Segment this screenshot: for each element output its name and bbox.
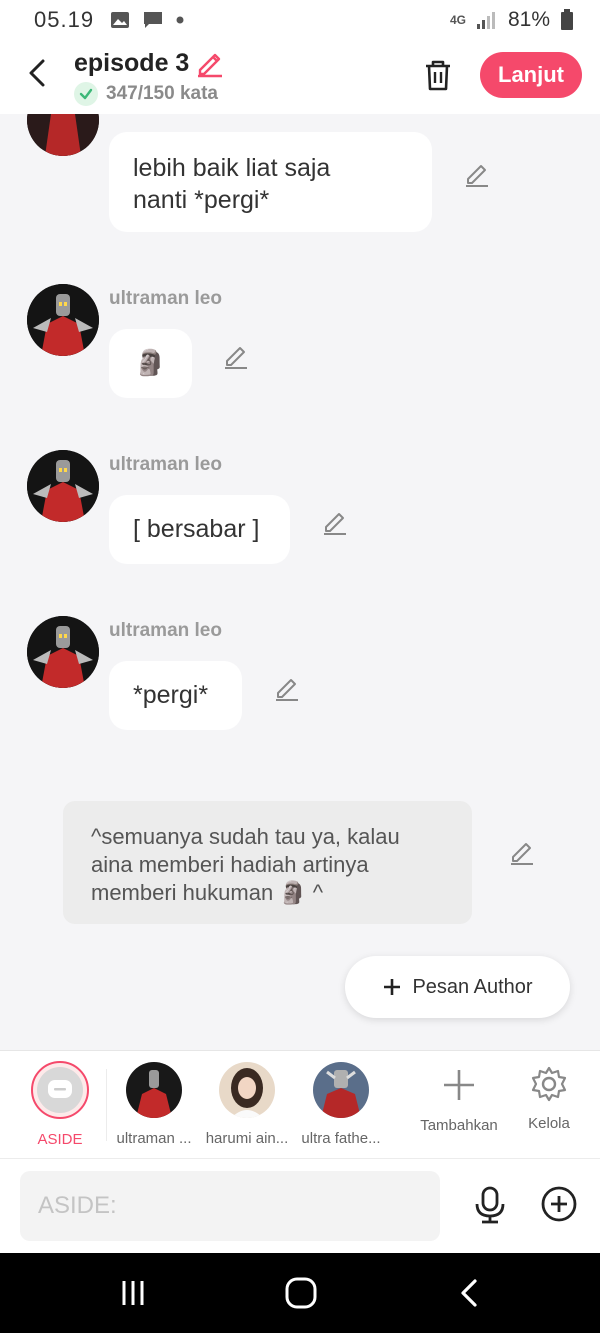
character-harumi[interactable]: harumi ain... — [203, 1051, 291, 1159]
plus-icon — [384, 979, 401, 995]
chat-bubble-icon — [48, 1080, 72, 1098]
edit-icon[interactable] — [463, 160, 491, 188]
avatar[interactable] — [27, 616, 99, 688]
home-button[interactable] — [281, 1275, 321, 1311]
sender-name: ultraman leo — [109, 620, 222, 641]
status-bar: 05.19 4G 81% — [0, 0, 600, 40]
avatar — [313, 1062, 369, 1118]
check-icon — [74, 82, 98, 106]
title-row: episode 3 — [74, 48, 225, 78]
aside-bubble[interactable]: ^semuanya sudah tau ya, kalau aina membe… — [63, 801, 472, 924]
recents-button[interactable] — [113, 1275, 153, 1311]
author-message-button[interactable]: Pesan Author — [345, 956, 570, 1018]
author-button-label: Pesan Author — [412, 975, 533, 998]
character-label: ultraman ... — [116, 1130, 192, 1147]
message-text: lebih baik liat saja — [133, 154, 331, 182]
character-ultra-father[interactable]: ultra fathe... — [297, 1051, 385, 1159]
sender-name: ultraman leo — [109, 288, 222, 309]
battery-icon — [561, 9, 573, 30]
back-button[interactable] — [20, 56, 54, 90]
avatar — [126, 1062, 182, 1118]
nav-back-button[interactable] — [449, 1275, 489, 1311]
manage-label: Kelola — [528, 1115, 570, 1132]
trash-icon — [426, 60, 450, 91]
episode-title: episode 3 — [74, 48, 190, 77]
word-count-row: 347/150 kata — [74, 82, 218, 106]
aside-avatar — [31, 1061, 89, 1119]
dot-icon — [176, 16, 184, 24]
recents-icon — [122, 1281, 144, 1305]
message-text: [ bersabar ] — [133, 515, 260, 543]
message-icon — [144, 12, 163, 28]
avatar — [219, 1062, 275, 1118]
message-text: nanti *pergi* — [133, 186, 270, 214]
battery-percent: 81% — [507, 8, 550, 31]
message-input[interactable] — [20, 1171, 440, 1241]
divider — [106, 1069, 107, 1141]
back-icon — [29, 59, 45, 87]
edit-icon[interactable] — [222, 342, 250, 370]
message-bubble[interactable]: 🗿 — [109, 329, 192, 398]
notification-icons — [110, 10, 184, 30]
add-label: Tambahkan — [420, 1117, 498, 1134]
pencil-icon[interactable] — [195, 48, 225, 78]
avatar[interactable] — [27, 114, 99, 156]
gear-icon — [531, 1066, 567, 1102]
editor-header: episode 3 347/150 kata Lanjut — [0, 40, 600, 114]
aside-text: ^semuanya sudah tau ya, kalau — [91, 824, 400, 849]
sender-name: ultraman leo — [109, 454, 222, 475]
network-type: 4G — [449, 13, 466, 27]
aside-text: aina memberi hadiah artinya — [91, 852, 369, 877]
input-bar — [0, 1158, 600, 1253]
avatar[interactable] — [27, 450, 99, 522]
mic-icon[interactable] — [470, 1185, 510, 1225]
edit-icon[interactable] — [273, 674, 301, 702]
add-character-button[interactable]: Tambahkan — [415, 1051, 503, 1159]
message-bubble[interactable]: lebih baik liat saja nanti *pergi* — [109, 132, 432, 232]
chat-area[interactable]: lebih baik liat saja nanti *pergi* ultra… — [0, 114, 600, 1050]
plus-icon — [444, 1070, 474, 1100]
avatar[interactable] — [27, 284, 99, 356]
edit-icon[interactable] — [508, 838, 536, 866]
message-bubble[interactable]: *pergi* — [109, 661, 242, 730]
message-text: *pergi* — [133, 681, 209, 709]
character-label: ASIDE — [37, 1131, 83, 1148]
signal-icon — [476, 12, 495, 29]
character-ultraman[interactable]: ultraman ... — [110, 1051, 198, 1159]
status-right: 4G 81% — [450, 8, 574, 32]
word-count: 347/150 kata — [106, 83, 218, 104]
manage-button[interactable]: Kelola — [505, 1051, 593, 1159]
character-label: ultra fathe... — [301, 1130, 381, 1147]
home-icon — [285, 1277, 317, 1309]
message-bubble[interactable]: [ bersabar ] — [109, 495, 290, 564]
character-bar: ASIDE ultraman ... harumi ain... ultra f… — [0, 1050, 600, 1158]
edit-icon[interactable] — [321, 508, 349, 536]
character-aside[interactable]: ASIDE — [16, 1051, 104, 1159]
delete-button[interactable] — [420, 56, 456, 94]
next-button[interactable]: Lanjut — [480, 52, 582, 98]
nav-back-icon — [461, 1279, 477, 1307]
plus-circle-icon[interactable] — [540, 1185, 578, 1223]
gallery-icon — [111, 12, 130, 28]
status-time: 05.19 — [34, 7, 95, 32]
message-text: 🗿 — [134, 349, 167, 377]
system-nav-bar — [0, 1253, 600, 1333]
character-label: harumi ain... — [205, 1130, 289, 1147]
aside-text: memberi hukuman 🗿 ^ — [91, 880, 324, 905]
